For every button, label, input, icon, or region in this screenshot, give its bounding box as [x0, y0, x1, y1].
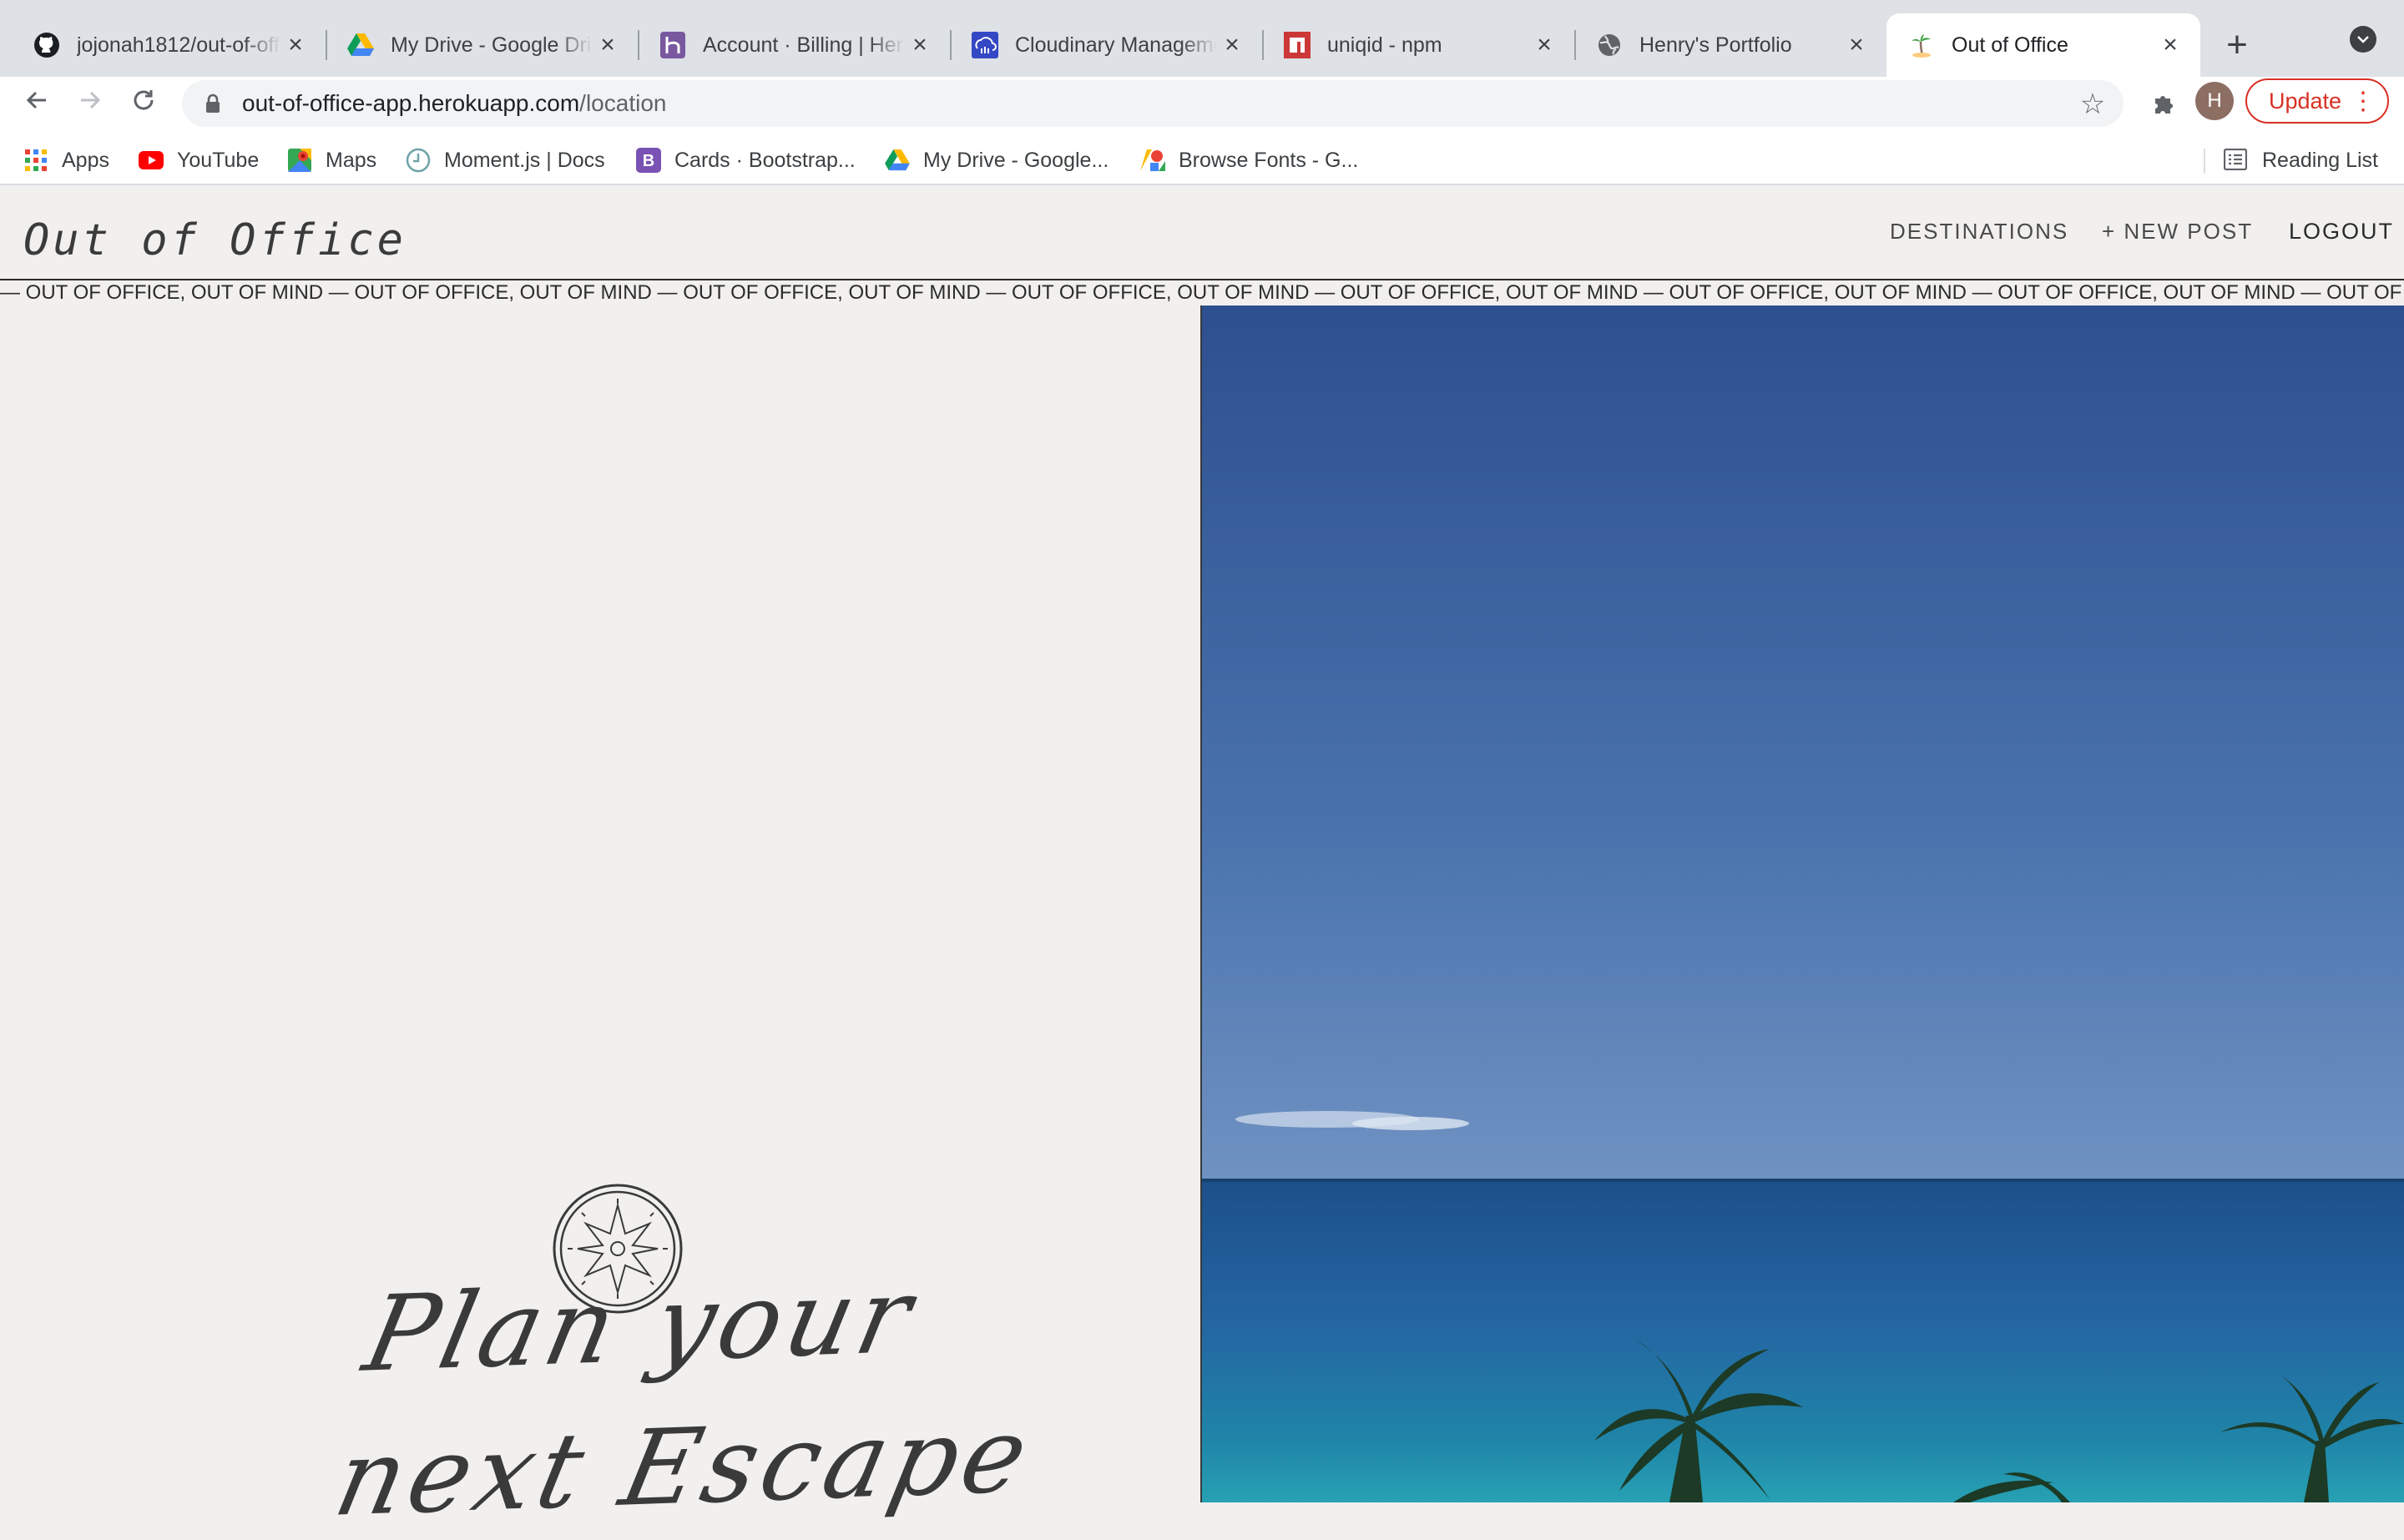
puzzle-icon: [2155, 96, 2173, 114]
bookmark-google-fonts[interactable]: Browse Fonts - G...: [1140, 142, 1358, 179]
reload-button[interactable]: [124, 80, 164, 120]
tab-title: Account · Billing | Heroku: [703, 33, 905, 57]
page-content: Out of Office DESTINATIONS + NEW POST LO…: [0, 185, 2404, 1540]
new-tab-button[interactable]: +: [2214, 22, 2260, 68]
url-path: /location: [579, 90, 667, 116]
bookmark-label: Maps: [326, 148, 377, 172]
url-host: out-of-office-app.herokuapp.com: [242, 90, 580, 116]
arrow-left-icon: [26, 91, 46, 109]
npm-icon: [1284, 32, 1311, 58]
tab-separator: [1262, 30, 1264, 60]
reading-list-label: Reading List: [2262, 148, 2378, 172]
bookmark-bootstrap[interactable]: B Cards · Bootstrap...: [636, 142, 856, 179]
hero-heading-line2: next Escape: [325, 1394, 1043, 1540]
bookmarks-divider: [2204, 149, 2205, 174]
tab-google-drive[interactable]: My Drive - Google Drive ×: [326, 13, 638, 77]
tab-out-of-office[interactable]: Out of Office ×: [1886, 13, 2200, 77]
hero-beach-image: [1202, 305, 2404, 1502]
nav-destinations[interactable]: DESTINATIONS: [1890, 219, 2068, 245]
url-text: out-of-office-app.herokuapp.com/location: [242, 90, 666, 117]
google-drive-icon: [347, 32, 374, 58]
bookmark-label: YouTube: [177, 148, 260, 172]
tab-github[interactable]: jojonah1812/out-of-office ×: [12, 13, 326, 77]
bookmark-label: Moment.js | Docs: [444, 148, 605, 172]
bookmark-label: Browse Fonts - G...: [1179, 148, 1359, 172]
more-vert-icon[interactable]: ⋮: [2351, 89, 2376, 114]
tab-separator: [950, 30, 952, 60]
chevron-down-icon: [2357, 36, 2369, 43]
github-icon: [33, 32, 60, 58]
bookmark-apps[interactable]: Apps: [23, 142, 109, 179]
bootstrap-icon: B: [636, 148, 661, 173]
close-icon[interactable]: ×: [1529, 30, 1559, 60]
address-bar[interactable]: out-of-office-app.herokuapp.com/location…: [182, 80, 2124, 127]
lock-icon[interactable]: [200, 91, 225, 116]
close-icon[interactable]: ×: [593, 30, 623, 60]
youtube-icon: [139, 148, 164, 173]
update-button[interactable]: Update ⋮: [2245, 78, 2389, 124]
update-label: Update: [2269, 88, 2342, 114]
bookmark-label: My Drive - Google...: [923, 148, 1109, 172]
marquee-banner: — OUT OF OFFICE, OUT OF MIND — OUT OF OF…: [0, 279, 2404, 307]
tab-strip: jojonah1812/out-of-office × My Drive - G…: [0, 0, 2404, 77]
tab-npm[interactable]: uniqid - npm ×: [1262, 13, 1574, 77]
bookmark-youtube[interactable]: YouTube: [139, 142, 259, 179]
hero-heading-line1: Plan your: [354, 1255, 927, 1396]
hero-left-panel: Plan your next Escape: [0, 305, 1202, 1540]
svg-text:B: B: [643, 152, 654, 170]
apps-grid-icon: [23, 148, 48, 173]
bookmark-label: Cards · Bootstrap...: [674, 148, 856, 172]
bookmark-google-drive[interactable]: My Drive - Google...: [885, 142, 1109, 179]
reload-icon: [134, 90, 154, 110]
globe-icon: [1596, 32, 1623, 58]
nav-logout[interactable]: LOGOUT: [2289, 219, 2394, 245]
back-button[interactable]: [17, 80, 57, 120]
close-icon[interactable]: ×: [1217, 30, 1247, 60]
tab-title: My Drive - Google Drive: [391, 33, 593, 57]
tab-separator: [326, 30, 327, 60]
nav-new-post[interactable]: + NEW POST: [2102, 219, 2253, 245]
cloudinary-icon: [972, 32, 998, 58]
tab-title: uniqid - npm: [1327, 33, 1442, 57]
google-drive-icon: [885, 148, 910, 173]
reading-list-icon: [2224, 149, 2247, 172]
close-icon[interactable]: ×: [2155, 30, 2185, 60]
clock-icon: [406, 148, 431, 173]
heroku-icon: [659, 32, 686, 58]
tab-title: Henry's Portfolio: [1639, 33, 1792, 57]
beach-photo: [1202, 305, 2404, 1502]
palm-tree-icon: [1908, 32, 1935, 58]
bookmark-maps[interactable]: Maps: [287, 142, 376, 179]
tab-title: Out of Office: [1952, 33, 2068, 57]
bookmarks-bar: Apps YouTube Maps Moment.js | Docs B Car…: [0, 137, 2404, 185]
google-fonts-icon: [1140, 148, 1165, 173]
tab-separator: [638, 30, 639, 60]
bookmark-star-icon[interactable]: ☆: [2078, 88, 2107, 120]
close-icon[interactable]: ×: [1841, 30, 1871, 60]
reading-list-button[interactable]: Reading List: [2204, 142, 2378, 179]
tab-title: jojonah1812/out-of-office: [77, 33, 280, 57]
google-maps-icon: [287, 148, 312, 173]
close-icon[interactable]: ×: [280, 30, 311, 60]
bookmark-momentjs[interactable]: Moment.js | Docs: [406, 142, 605, 179]
bookmark-label: Apps: [62, 148, 109, 172]
profile-avatar[interactable]: H: [2195, 82, 2234, 120]
tab-heroku[interactable]: Account · Billing | Heroku ×: [638, 13, 950, 77]
tab-cloudinary[interactable]: Cloudinary Management Console ×: [950, 13, 1262, 77]
forward-button[interactable]: [70, 80, 110, 120]
arrow-right-icon: [81, 91, 101, 109]
close-icon[interactable]: ×: [905, 30, 935, 60]
tab-title: Cloudinary Management Console: [1015, 33, 1217, 57]
tab-separator: [1574, 30, 1576, 60]
site-logo[interactable]: Out of Office: [23, 215, 407, 265]
tab-portfolio[interactable]: Henry's Portfolio ×: [1574, 13, 1886, 77]
extensions-button[interactable]: [2144, 83, 2184, 124]
tab-search-button[interactable]: [2350, 26, 2376, 53]
marquee-text: — OUT OF OFFICE, OUT OF MIND — OUT OF OF…: [0, 281, 2404, 304]
